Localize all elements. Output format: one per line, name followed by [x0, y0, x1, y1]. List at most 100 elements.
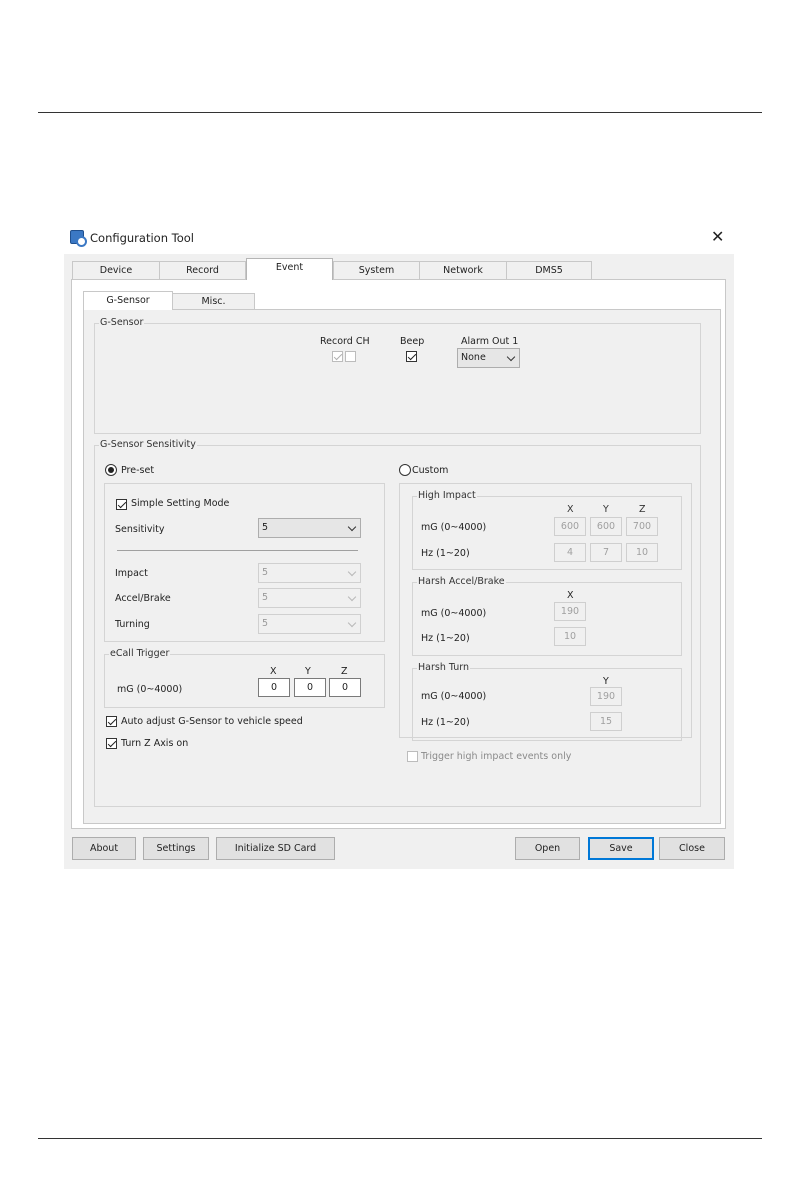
custom-box: High Impact X Y Z mG (0~4000) 600 600 70…: [399, 483, 692, 741]
harsh-accel-mg-x: 190: [554, 602, 586, 621]
open-button[interactable]: Open: [515, 837, 580, 860]
trigger-only-checkbox: [407, 751, 418, 762]
subtab-misc[interactable]: Misc.: [172, 293, 255, 310]
beep-label: Beep: [400, 336, 425, 347]
custom-label[interactable]: Custom: [412, 465, 448, 476]
ecall-x-header: X: [270, 666, 277, 677]
turning-value: 5: [262, 618, 269, 629]
sensitivity-group-label: G-Sensor Sensitivity: [99, 439, 197, 450]
window-title: Configuration Tool: [90, 231, 194, 245]
high-impact-hz-y: 7: [590, 543, 622, 562]
accel-brake-value: 5: [262, 592, 269, 603]
chevron-down-icon: [347, 618, 357, 628]
impact-value: 5: [262, 567, 269, 578]
turning-label: Turning: [115, 619, 150, 630]
ecall-z-input[interactable]: 0: [329, 678, 361, 697]
high-impact-label: High Impact: [417, 490, 477, 501]
auto-adjust-label[interactable]: Auto adjust G-Sensor to vehicle speed: [121, 716, 303, 727]
divider: [117, 550, 358, 551]
g-sensor-group: G-Sensor Record CH Beep Alarm Out 1 None: [94, 317, 701, 434]
close-button[interactable]: Close: [659, 837, 725, 860]
high-impact-y-header: Y: [603, 504, 609, 515]
high-impact-hz-label: Hz (1~20): [421, 548, 470, 559]
auto-adjust-checkbox[interactable]: [106, 716, 117, 727]
high-impact-hz-x: 4: [554, 543, 586, 562]
ecall-y-header: Y: [305, 666, 311, 677]
harsh-turn-hz-y: 15: [590, 712, 622, 731]
high-impact-mg-label: mG (0~4000): [421, 522, 487, 533]
beep-checkbox[interactable]: [406, 351, 417, 362]
initialize-sd-button[interactable]: Initialize SD Card: [216, 837, 335, 860]
ecall-y-input[interactable]: 0: [294, 678, 326, 697]
harsh-accel-mg-label: mG (0~4000): [421, 608, 487, 619]
turning-select: 5: [258, 614, 361, 634]
close-icon[interactable]: ✕: [711, 227, 724, 246]
g-sensor-group-label: G-Sensor: [99, 317, 145, 328]
event-tab-panel: G-Sensor Misc. G-Sensor Record CH Beep A…: [71, 279, 726, 829]
simple-mode-label[interactable]: Simple Setting Mode: [131, 498, 229, 509]
z-axis-label[interactable]: Turn Z Axis on: [121, 738, 188, 749]
high-impact-hz-z: 10: [626, 543, 658, 562]
alarm-out-select[interactable]: None: [457, 348, 520, 368]
ecall-mg-label: mG (0~4000): [117, 684, 183, 695]
custom-radio[interactable]: [399, 464, 411, 476]
high-impact-mg-x: 600: [554, 517, 586, 536]
tab-device[interactable]: Device: [72, 261, 160, 280]
sensitivity-select[interactable]: 5: [258, 518, 361, 538]
tab-network[interactable]: Network: [419, 261, 507, 280]
g-sensor-panel: G-Sensor Record CH Beep Alarm Out 1 None…: [83, 309, 721, 824]
chevron-down-icon: [347, 567, 357, 577]
tab-event[interactable]: Event: [246, 258, 333, 280]
high-impact-x-header: X: [567, 504, 574, 515]
g-sensor-sensitivity-group: G-Sensor Sensitivity Pre-set Simple Sett…: [94, 439, 701, 807]
tab-record[interactable]: Record: [159, 261, 246, 280]
tab-dms5[interactable]: DMS5: [506, 261, 592, 280]
preset-label[interactable]: Pre-set: [121, 465, 154, 476]
subtab-g-sensor[interactable]: G-Sensor: [83, 291, 173, 310]
preset-radio[interactable]: [105, 464, 117, 476]
record-ch-label: Record CH: [320, 336, 370, 347]
trigger-only-label: Trigger high impact events only: [421, 751, 572, 762]
preset-box: Simple Setting Mode Sensitivity 5 Impact…: [104, 483, 385, 642]
harsh-accel-x-header: X: [567, 590, 574, 601]
ecall-trigger-group: eCall Trigger X Y Z mG (0~4000) 0 0 0: [104, 648, 385, 708]
chevron-down-icon: [347, 592, 357, 602]
record-ch-2-checkbox: [345, 351, 356, 362]
alarm-out-label: Alarm Out 1: [461, 336, 519, 347]
harsh-accel-hz-label: Hz (1~20): [421, 633, 470, 644]
high-impact-group: High Impact X Y Z mG (0~4000) 600 600 70…: [412, 490, 682, 570]
harsh-turn-label: Harsh Turn: [417, 662, 471, 673]
accel-brake-select: 5: [258, 588, 361, 608]
configuration-window: Configuration Tool ✕ Device Record Event…: [64, 222, 734, 869]
ecall-z-header: Z: [341, 666, 348, 677]
harsh-turn-group: Harsh Turn Y mG (0~4000) 190 Hz (1~20) 1…: [412, 662, 682, 741]
sensitivity-label: Sensitivity: [115, 524, 165, 535]
tab-system[interactable]: System: [333, 261, 420, 280]
simple-mode-checkbox[interactable]: [116, 499, 127, 510]
impact-select: 5: [258, 563, 361, 583]
title-bar: Configuration Tool ✕: [64, 222, 734, 254]
top-rule: [38, 112, 762, 113]
app-gear-icon: [70, 230, 87, 247]
accel-brake-label: Accel/Brake: [115, 593, 171, 604]
chevron-down-icon: [347, 522, 357, 532]
sensitivity-value: 5: [262, 522, 269, 533]
ecall-label: eCall Trigger: [109, 648, 171, 659]
about-button[interactable]: About: [72, 837, 136, 860]
harsh-turn-mg-y: 190: [590, 687, 622, 706]
alarm-out-value: None: [461, 352, 486, 363]
impact-label: Impact: [115, 568, 148, 579]
harsh-turn-hz-label: Hz (1~20): [421, 717, 470, 728]
save-button[interactable]: Save: [588, 837, 654, 860]
harsh-turn-mg-label: mG (0~4000): [421, 691, 487, 702]
high-impact-mg-y: 600: [590, 517, 622, 536]
z-axis-checkbox[interactable]: [106, 738, 117, 749]
ecall-x-input[interactable]: 0: [258, 678, 290, 697]
harsh-turn-y-header: Y: [603, 676, 609, 687]
settings-button[interactable]: Settings: [143, 837, 209, 860]
high-impact-z-header: Z: [639, 504, 646, 515]
harsh-accel-label: Harsh Accel/Brake: [417, 576, 506, 587]
record-ch-1-checkbox: [332, 351, 343, 362]
high-impact-mg-z: 700: [626, 517, 658, 536]
chevron-down-icon: [506, 352, 516, 362]
